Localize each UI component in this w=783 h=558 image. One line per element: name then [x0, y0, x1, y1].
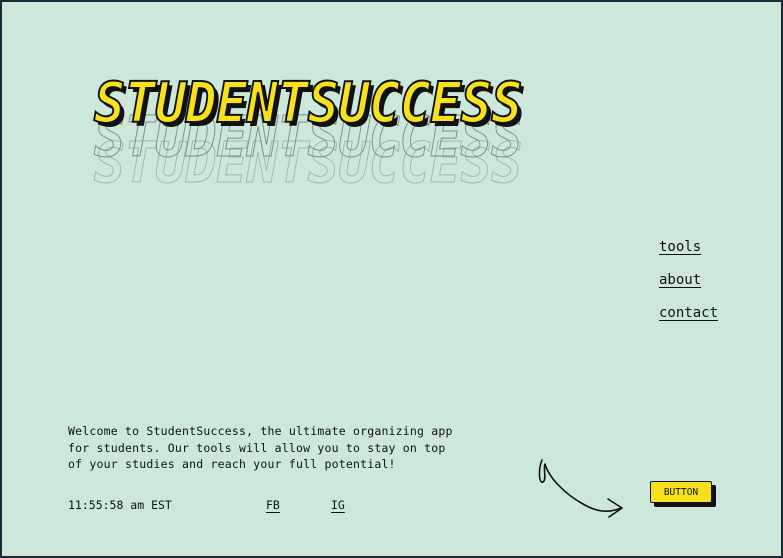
welcome-text: Welcome to StudentSuccess, the ultimate … — [68, 424, 453, 471]
facebook-link[interactable]: FB — [266, 498, 280, 512]
curved-arrow-icon — [538, 459, 623, 518]
nav-link-contact[interactable]: contact — [659, 304, 718, 323]
hero-title-group: STUDENTSUCCESS STUDENTSUCCESS STUDENTSUC… — [93, 71, 694, 222]
cta-button-wrapper: BUTTON — [650, 481, 716, 507]
page-frame: STUDENTSUCCESS STUDENTSUCCESS STUDENTSUC… — [2, 2, 781, 556]
cta-button[interactable]: BUTTON — [650, 481, 712, 503]
nav-link-tools[interactable]: tools — [659, 238, 718, 257]
main-nav: tools about contact — [659, 238, 718, 323]
instagram-link[interactable]: IG — [331, 498, 345, 512]
clock-readout: 11:55:58 am EST — [68, 498, 172, 512]
nav-link-about[interactable]: about — [659, 271, 718, 290]
site-title: STUDENTSUCCESS — [93, 71, 523, 137]
